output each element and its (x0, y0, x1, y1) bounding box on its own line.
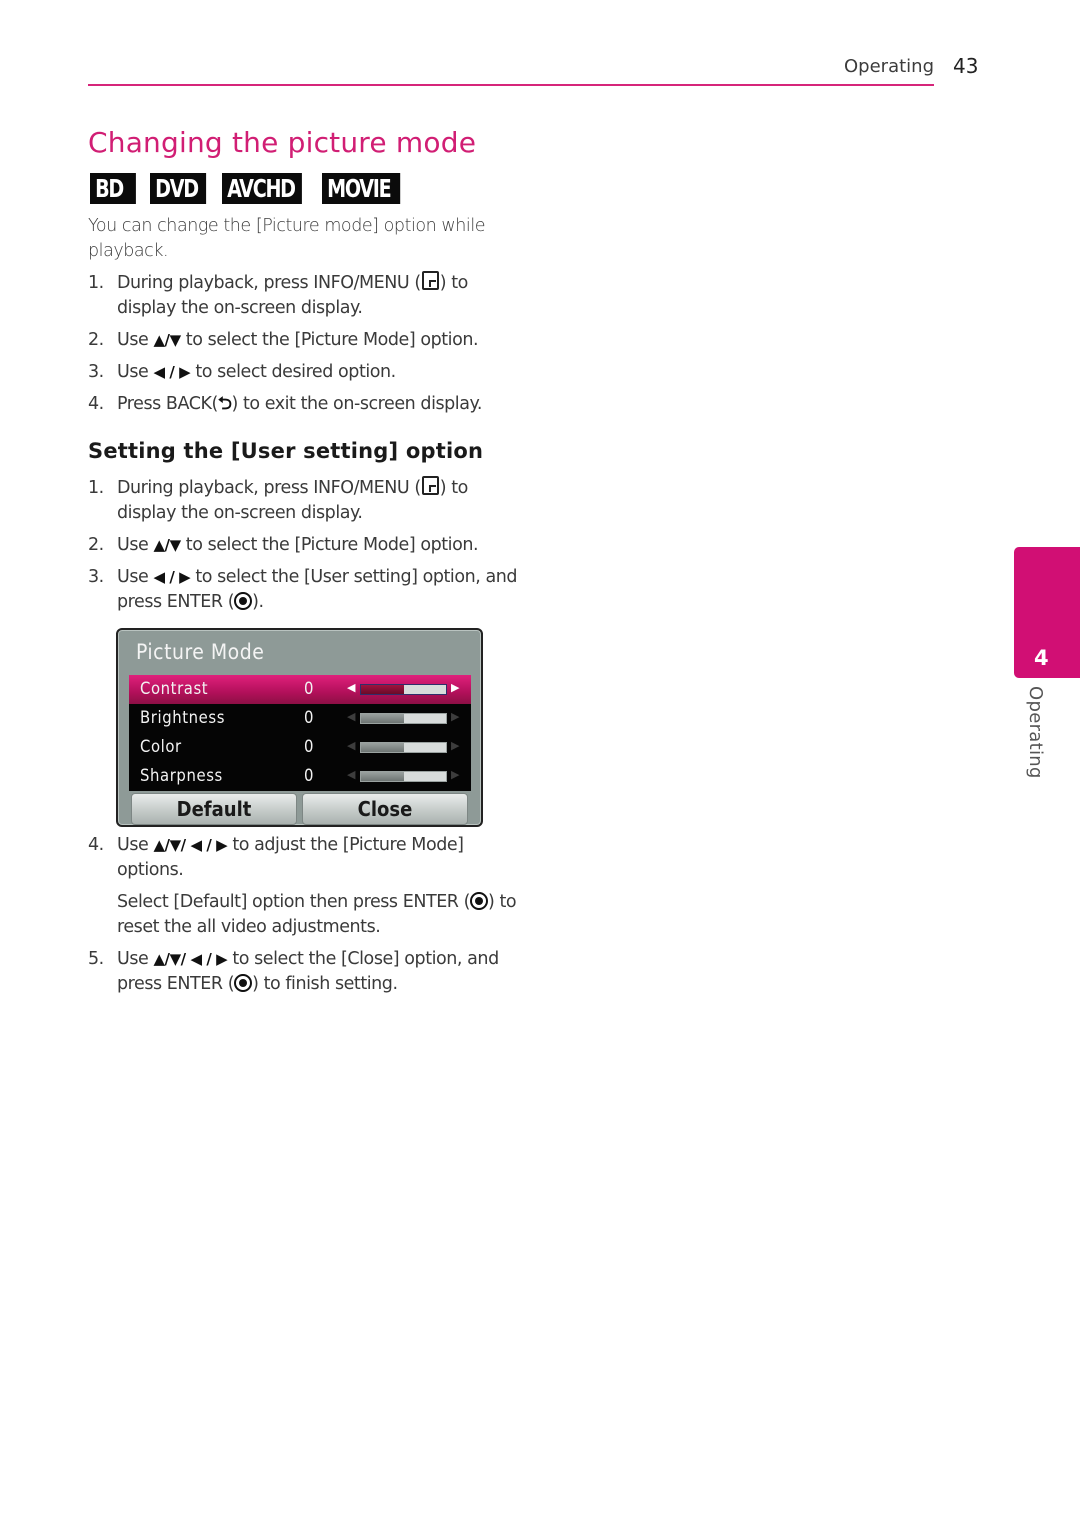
direction-arrows-icon: ▲/▼/ ◀ / ▶ (153, 950, 228, 968)
page-number: 43 (953, 54, 979, 78)
steps-adjust: 4. Use ▲/▼/ ◀ / ▶ to adjust the [Picture… (88, 833, 518, 1004)
setting-row-contrast[interactable]: Contrast 0 ◀ ▶ (129, 675, 471, 704)
increase-arrow-icon[interactable]: ▶ (451, 739, 459, 752)
list-item: 4. Press BACK(⮌) to exit the on-screen d… (88, 394, 483, 414)
enter-icon (234, 974, 253, 992)
increase-arrow-icon[interactable]: ▶ (451, 710, 459, 723)
left-right-arrows-icon: ◀ / ▶ (153, 363, 191, 381)
decrease-arrow-icon[interactable]: ◀ (347, 768, 355, 781)
contrast-slider[interactable] (360, 684, 447, 695)
setting-row-brightness[interactable]: Brightness 0 ◀ ▶ (129, 704, 471, 733)
decrease-arrow-icon[interactable]: ◀ (347, 681, 355, 694)
chapter-number: 4 (1034, 646, 1049, 670)
disc-type-badges: BD DVD AVCHD MOVIE (90, 173, 414, 204)
list-item: 1. During playback, press INFO/MENU () t… (88, 271, 468, 318)
list-item: 1. During playback, press INFO/MENU () t… (88, 476, 468, 523)
setting-row-sharpness[interactable]: Sharpness 0 ◀ ▶ (129, 762, 471, 791)
section-heading: Setting the [User setting] option (88, 439, 484, 463)
increase-arrow-icon[interactable]: ▶ (451, 681, 459, 694)
slider-fill (361, 714, 404, 723)
slider-fill (361, 685, 404, 694)
chapter-label: Operating (1025, 686, 1046, 779)
sharpness-slider[interactable] (360, 771, 447, 782)
slider-fill (361, 743, 404, 752)
list-item: 5. Use ▲/▼/ ◀ / ▶ to select the [Close] … (88, 949, 499, 994)
decrease-arrow-icon[interactable]: ◀ (347, 739, 355, 752)
list-item: 2. Use ▲/▼ to select the [Picture Mode] … (88, 330, 479, 350)
direction-arrows-icon: ▲/▼/ ◀ / ▶ (153, 836, 228, 854)
back-icon: ⮌ (217, 394, 232, 414)
list-item: 2. Use ▲/▼ to select the [Picture Mode] … (88, 535, 479, 555)
increase-arrow-icon[interactable]: ▶ (451, 768, 459, 781)
steps-picture-mode: 1. During playback, press INFO/MENU () t… (88, 271, 518, 424)
enter-icon (470, 892, 489, 910)
up-down-arrows-icon: ▲/▼ (153, 331, 181, 349)
brightness-slider[interactable] (360, 713, 447, 724)
decrease-arrow-icon[interactable]: ◀ (347, 710, 355, 723)
dialog-title: Picture Mode (136, 640, 265, 664)
default-button[interactable]: Default (131, 793, 297, 825)
picture-mode-dialog: Picture Mode Contrast 0 ◀ ▶ Brightness 0… (116, 628, 483, 827)
up-down-arrows-icon: ▲/▼ (153, 536, 181, 554)
badge-dvd: DVD (150, 173, 207, 204)
steps-user-setting: 1. During playback, press INFO/MENU () t… (88, 476, 518, 622)
chapter-tab: 4 (1014, 547, 1080, 678)
list-item: 3. Use ◀ / ▶ to select desired option. (88, 362, 396, 382)
setting-row-color[interactable]: Color 0 ◀ ▶ (129, 733, 471, 762)
left-right-arrows-icon: ◀ / ▶ (153, 568, 191, 586)
list-item: 3. Use ◀ / ▶ to select the [User setting… (88, 567, 518, 612)
close-button[interactable]: Close (302, 793, 468, 825)
info-menu-icon (421, 271, 439, 290)
slider-fill (361, 772, 404, 781)
badge-avchd: AVCHD (222, 173, 302, 204)
step-note: Select [Default] option then press ENTER… (117, 892, 517, 937)
color-slider[interactable] (360, 742, 447, 753)
info-menu-icon (421, 476, 439, 495)
enter-icon (234, 592, 253, 610)
page-title: Changing the picture mode (88, 126, 477, 159)
page-header: Operating 43 (88, 54, 978, 86)
list-item: 4. Use ▲/▼/ ◀ / ▶ to adjust the [Picture… (88, 833, 518, 940)
badge-movie: MOVIE (322, 173, 401, 204)
picture-settings-list: Contrast 0 ◀ ▶ Brightness 0 ◀ ▶ Color 0 … (129, 675, 471, 791)
badge-bd: BD (90, 173, 136, 204)
header-section: Operating (844, 56, 934, 77)
intro-text: You can change the [Picture mode] option… (88, 216, 486, 261)
